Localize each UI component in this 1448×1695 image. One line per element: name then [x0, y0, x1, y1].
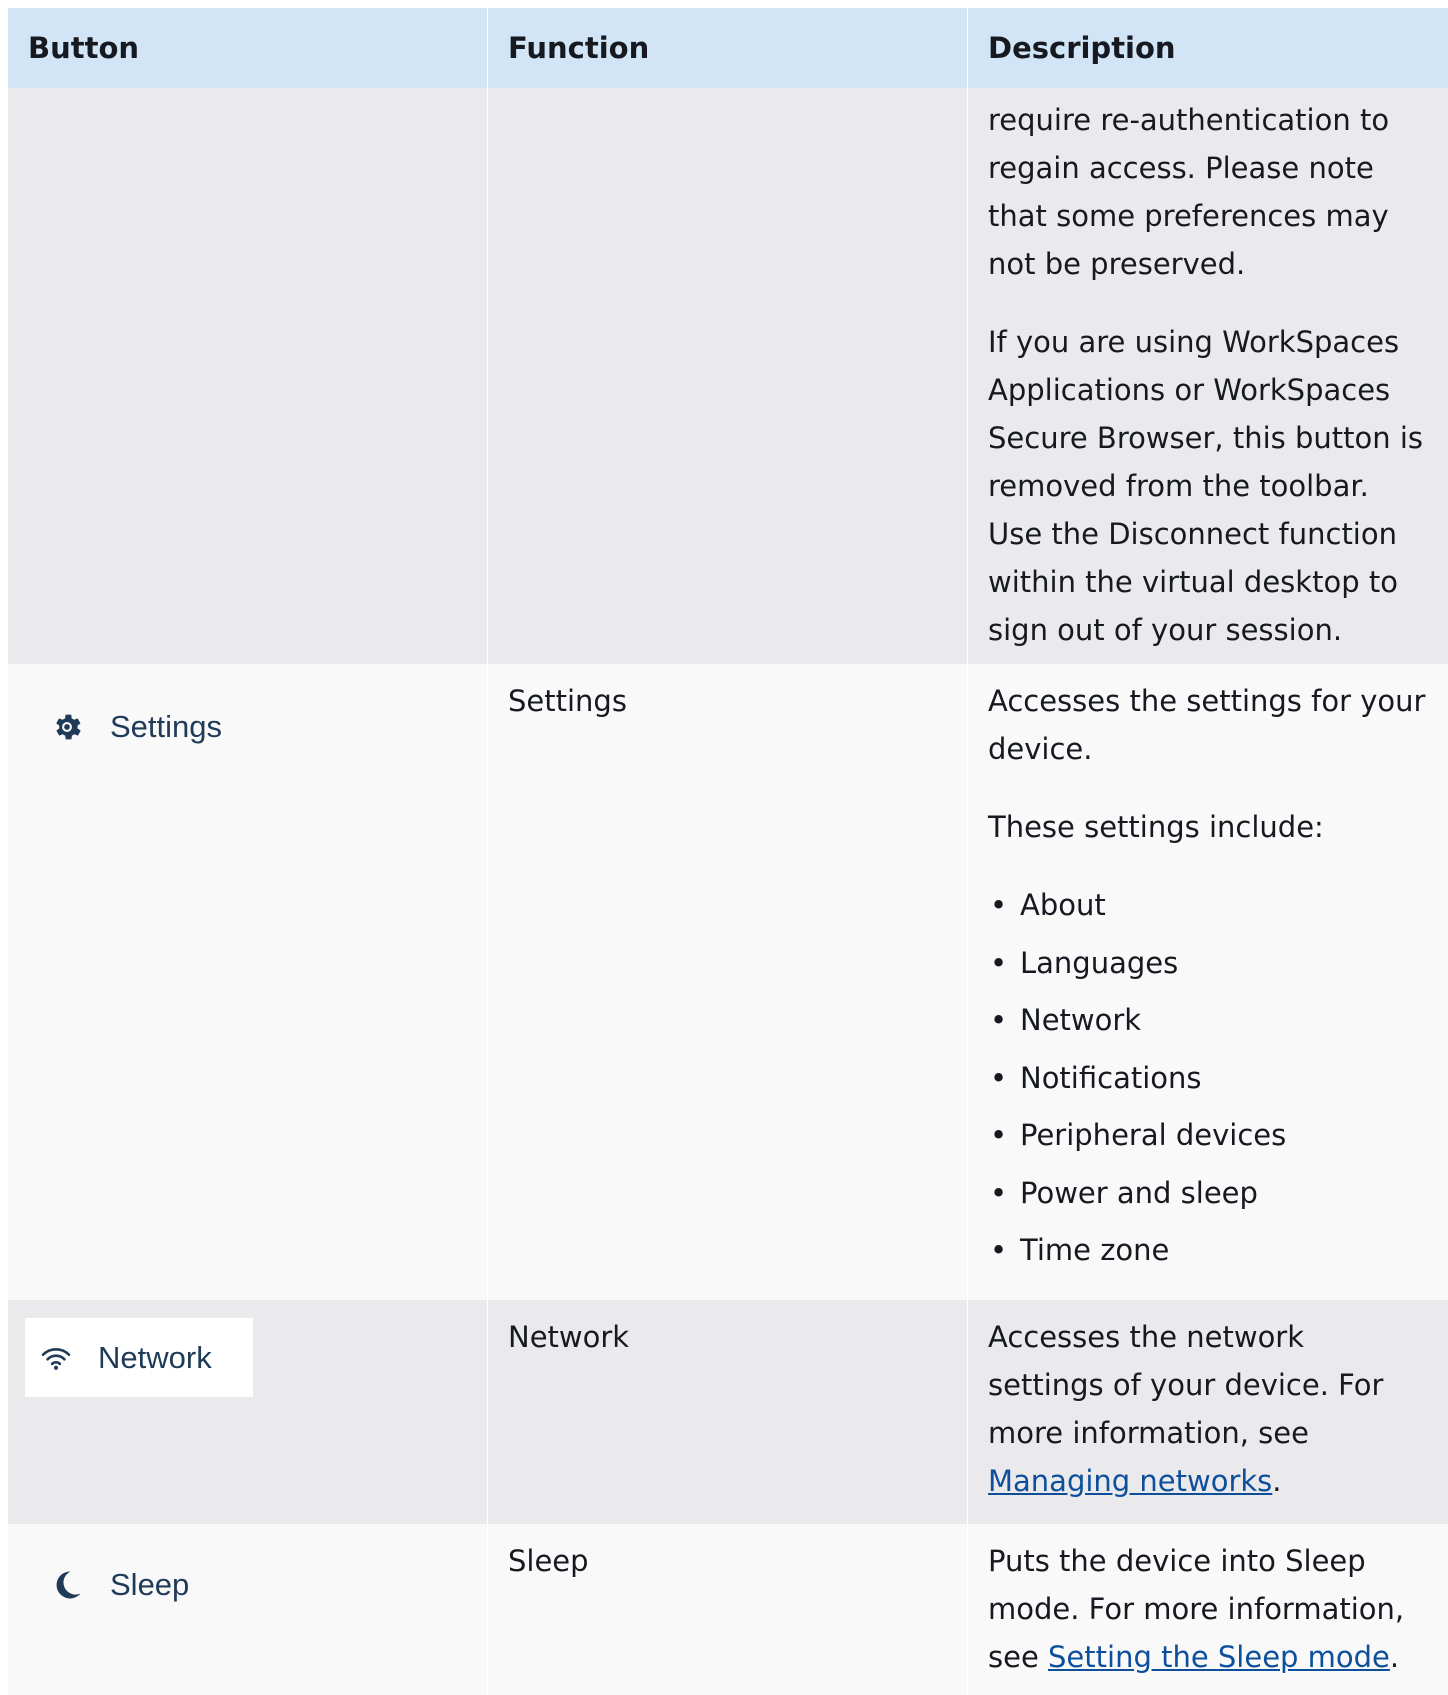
- network-button-image: Network: [25, 1318, 253, 1397]
- description-suffix: .: [1272, 1464, 1282, 1498]
- button-cell: Sleep: [8, 1524, 488, 1695]
- list-item: Languages: [988, 935, 1428, 993]
- list-item: Power and sleep: [988, 1165, 1428, 1223]
- description-text: Accesses the network settings of your de…: [988, 1313, 1428, 1505]
- description-cell: Accesses the settings for your device. T…: [968, 664, 1448, 1300]
- header-button: Button: [8, 8, 488, 88]
- function-cell: [488, 88, 968, 664]
- list-item: Peripheral devices: [988, 1107, 1428, 1165]
- function-cell: Settings: [488, 664, 968, 1300]
- table-row-network: Network Network Accesses the network set…: [8, 1300, 1448, 1524]
- sleep-button-label: Sleep: [110, 1567, 190, 1602]
- description-paragraph: require re-authentication to regain acce…: [988, 103, 1390, 281]
- function-cell: Sleep: [488, 1524, 968, 1695]
- settings-button-label: Settings: [110, 709, 223, 744]
- table-row-signout-continued: require re-authentication to regain acce…: [8, 88, 1448, 664]
- list-item: Time zone: [988, 1222, 1428, 1280]
- description-cell: Accesses the network settings of your de…: [968, 1300, 1448, 1524]
- table-header: Button Function Description: [8, 8, 1448, 88]
- settings-button-image: Settings: [50, 709, 222, 745]
- button-cell: Network: [8, 1300, 488, 1524]
- function-cell: Network: [488, 1300, 968, 1524]
- moon-icon: [50, 1568, 84, 1602]
- managing-networks-link[interactable]: Managing networks: [988, 1464, 1272, 1498]
- buttons-table: Button Function Description require re-a…: [8, 8, 1448, 1695]
- sleep-button-image: Sleep: [50, 1567, 189, 1603]
- gear-icon: [50, 710, 84, 744]
- wifi-icon: [40, 1345, 72, 1371]
- function-text: Settings: [508, 684, 627, 718]
- description-suffix: .: [1389, 1640, 1400, 1674]
- button-cell: Settings: [8, 664, 488, 1300]
- description-text: Puts the device into Sleep mode. For mor…: [988, 1537, 1428, 1681]
- settings-list: About Languages Network Notifications Pe…: [988, 877, 1428, 1280]
- description-cell: require re-authentication to regain acce…: [968, 88, 1448, 664]
- description-prefix: Accesses the network settings of your de…: [988, 1320, 1384, 1450]
- button-cell: [8, 88, 488, 664]
- sleep-mode-link[interactable]: Setting the Sleep mode: [1048, 1640, 1390, 1674]
- list-item: Network: [988, 992, 1428, 1050]
- list-item: About: [988, 877, 1428, 935]
- table-row-sleep: Sleep Sleep Puts the device into Sleep m…: [8, 1524, 1448, 1695]
- settings-intro: These settings include:: [988, 810, 1324, 844]
- header-description: Description: [988, 31, 1176, 65]
- table-row-settings: Settings Settings Accesses the settings …: [8, 664, 1448, 1300]
- network-button-label: Network: [98, 1339, 212, 1375]
- function-text: Network: [508, 1320, 630, 1354]
- header-function: Function: [488, 8, 968, 88]
- list-item: Notifications: [988, 1050, 1428, 1108]
- description-paragraph: If you are using WorkSpaces Applications…: [988, 325, 1424, 647]
- description-cell: Puts the device into Sleep mode. For mor…: [968, 1524, 1448, 1695]
- function-text: Sleep: [508, 1544, 589, 1578]
- description-text: Accesses the settings for your device.: [988, 684, 1426, 766]
